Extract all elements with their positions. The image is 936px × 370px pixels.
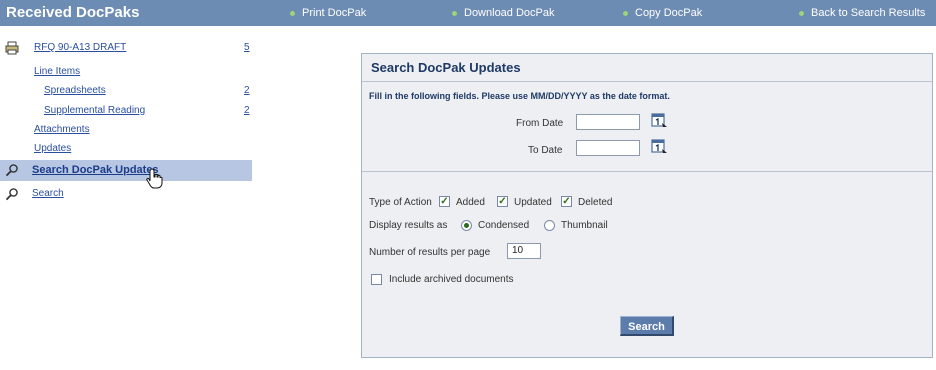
sidebar-item-spreadsheets[interactable]: Spreadsheets 2 [0,83,252,100]
hand-cursor-icon [146,168,163,189]
include-archived-checkbox[interactable] [371,274,382,285]
from-date-field[interactable] [576,114,640,130]
item-count[interactable]: 2 [244,105,250,116]
sidebar-item-search[interactable]: Search [0,186,252,203]
instructions-text: Fill in the following fields. Please use… [369,91,670,101]
sidebar-item-label[interactable]: Spreadsheets [44,85,106,96]
sidebar-item-label[interactable]: Updates [34,143,71,154]
calendar-icon[interactable] [651,139,669,155]
search-button[interactable]: Search [620,316,674,336]
type-of-action-label: Type of Action [369,197,432,208]
page-title: Received DocPaks [6,4,140,21]
sidebar-item-line-items[interactable]: Line Items [0,64,252,81]
search-icon [5,164,18,177]
search-icon [5,188,18,201]
back-to-search-results-link[interactable]: Back to Search Results [799,7,925,19]
thumbnail-radio[interactable] [544,220,555,231]
sidebar-item-label[interactable]: Supplemental Reading [44,105,145,116]
print-docpak-link[interactable]: Print DocPak [290,7,366,19]
include-archived-label: Include archived documents [389,274,514,285]
updated-checkbox[interactable]: ✓ [497,196,508,207]
to-date-field[interactable] [576,140,640,156]
sidebar-item-label[interactable]: Attachments [34,124,90,135]
header-bar: Received DocPaks Print DocPak Download D… [0,0,936,26]
item-count[interactable]: 2 [244,85,250,96]
bullet-icon [623,10,628,16]
sidebar-item-label[interactable]: Search DocPak Updates [32,164,159,176]
bullet-icon [452,10,457,16]
condensed-label: Condensed [478,220,530,231]
printer-icon [5,41,19,55]
sidebar-item-updates[interactable]: Updates [0,141,252,158]
sidebar-item-label[interactable]: Line Items [34,66,80,77]
sidebar-item-rfq[interactable]: RFQ 90-A13 DRAFT 5 [0,40,252,57]
display-results-label: Display results as [369,220,448,231]
bullet-icon [290,10,295,16]
deleted-checkbox[interactable]: ✓ [561,196,572,207]
download-docpak-link[interactable]: Download DocPak [452,7,555,19]
thumbnail-label: Thumbnail [561,220,608,231]
updated-label: Updated [514,197,552,208]
copy-docpak-link[interactable]: Copy DocPak [623,7,702,19]
deleted-label: Deleted [578,197,613,208]
results-per-page-field[interactable]: 10 [507,243,541,259]
sidebar-item-search-docpak-updates[interactable]: Search DocPak Updates [0,160,252,181]
added-label: Added [456,197,485,208]
condensed-radio[interactable] [461,220,472,231]
from-date-label: From Date [516,118,564,129]
search-updates-panel: Search DocPak Updates Fill in the follow… [361,53,933,358]
item-count[interactable]: 5 [244,42,250,53]
to-date-label: To Date [528,145,563,156]
sidebar-item-supplemental-reading[interactable]: Supplemental Reading 2 [0,103,252,120]
added-checkbox[interactable]: ✓ [439,196,450,207]
sidebar-item-label[interactable]: RFQ 90-A13 DRAFT [34,42,126,53]
panel-title: Search DocPak Updates [371,60,521,75]
calendar-icon[interactable] [651,113,669,129]
divider [362,81,932,82]
bullet-icon [799,10,804,16]
sidebar-item-attachments[interactable]: Attachments [0,122,252,139]
divider [362,171,932,172]
sidebar-item-label[interactable]: Search [32,188,64,199]
results-per-page-label: Number of results per page [369,247,491,258]
